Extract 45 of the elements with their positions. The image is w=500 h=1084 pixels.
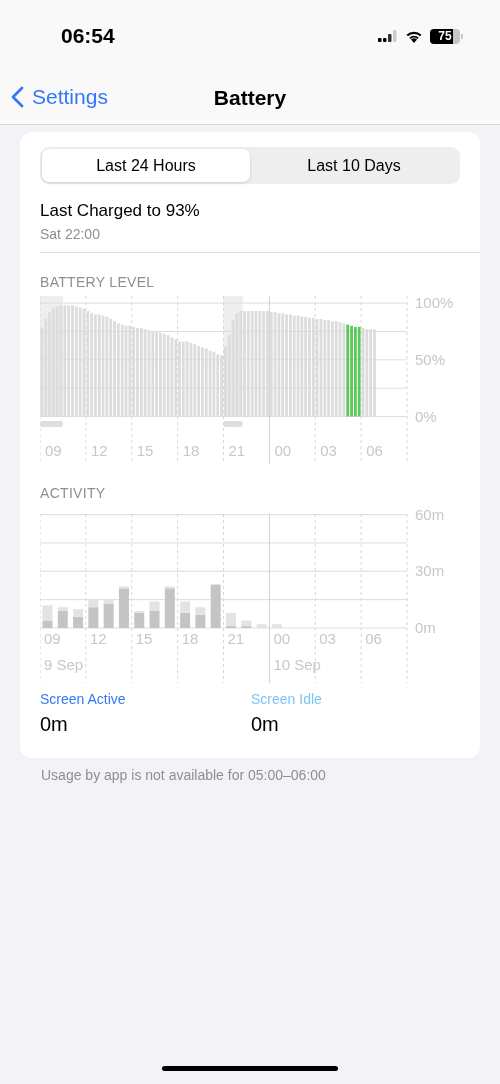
axis-label: 12	[90, 442, 108, 459]
axis-label: 18	[181, 630, 199, 647]
legend-value: 0m	[40, 713, 69, 736]
activity-bar	[210, 584, 221, 628]
legend-label: Screen Idle	[251, 691, 323, 707]
activity-bar	[180, 612, 191, 628]
last-charged-time: Sat 22:00	[40, 226, 101, 242]
axis-label: 0%	[415, 407, 437, 425]
axis-label: 50%	[415, 350, 446, 368]
axis-label: 21	[228, 442, 246, 459]
page-title: Battery	[213, 86, 287, 110]
axis-label: 15	[136, 442, 154, 459]
axis-label: 09	[44, 630, 61, 647]
footer-note: Usage by app is not available for 05:00–06:00	[41, 767, 327, 783]
section-label: BATTERY LEVEL	[40, 274, 156, 290]
back-button[interactable]: Settings	[11, 85, 108, 109]
axis-label: 03	[320, 442, 337, 459]
range-tab[interactable]: Last 10 Days	[250, 149, 458, 182]
axis-label: 00	[273, 630, 291, 647]
legend-value: 0m	[251, 713, 280, 736]
date-label: 9 Sep	[44, 656, 84, 673]
section-label: ACTIVITY	[40, 485, 107, 501]
axis-label: 21	[227, 630, 245, 647]
axis-label: 06	[366, 442, 383, 459]
last-charged-title: Last Charged to 93%	[40, 201, 201, 221]
axis-label: 06	[365, 630, 382, 647]
battery-icon: 75	[430, 28, 460, 44]
range-tab[interactable]: Last 24 Hours	[42, 149, 250, 182]
axis-label: 00	[274, 442, 292, 459]
axis-label: 60m	[415, 507, 445, 523]
legend-label: Screen Active	[40, 691, 127, 707]
date-label: 10 Sep	[273, 656, 321, 673]
status-time: 06:54	[61, 24, 115, 48]
axis-label: 09	[45, 442, 62, 459]
axis-label: 30m	[415, 562, 445, 580]
signal-icon	[378, 30, 398, 42]
axis-label: 0m	[415, 619, 436, 636]
activity-bar	[180, 601, 191, 613]
axis-label: 18	[182, 442, 200, 459]
axis-label: 15	[135, 630, 153, 647]
axis-label: 03	[319, 630, 336, 647]
wifi-icon	[405, 29, 423, 43]
axis-label: 100%	[415, 296, 454, 312]
chevron-left-icon	[11, 86, 24, 108]
axis-label: 12	[89, 630, 107, 647]
